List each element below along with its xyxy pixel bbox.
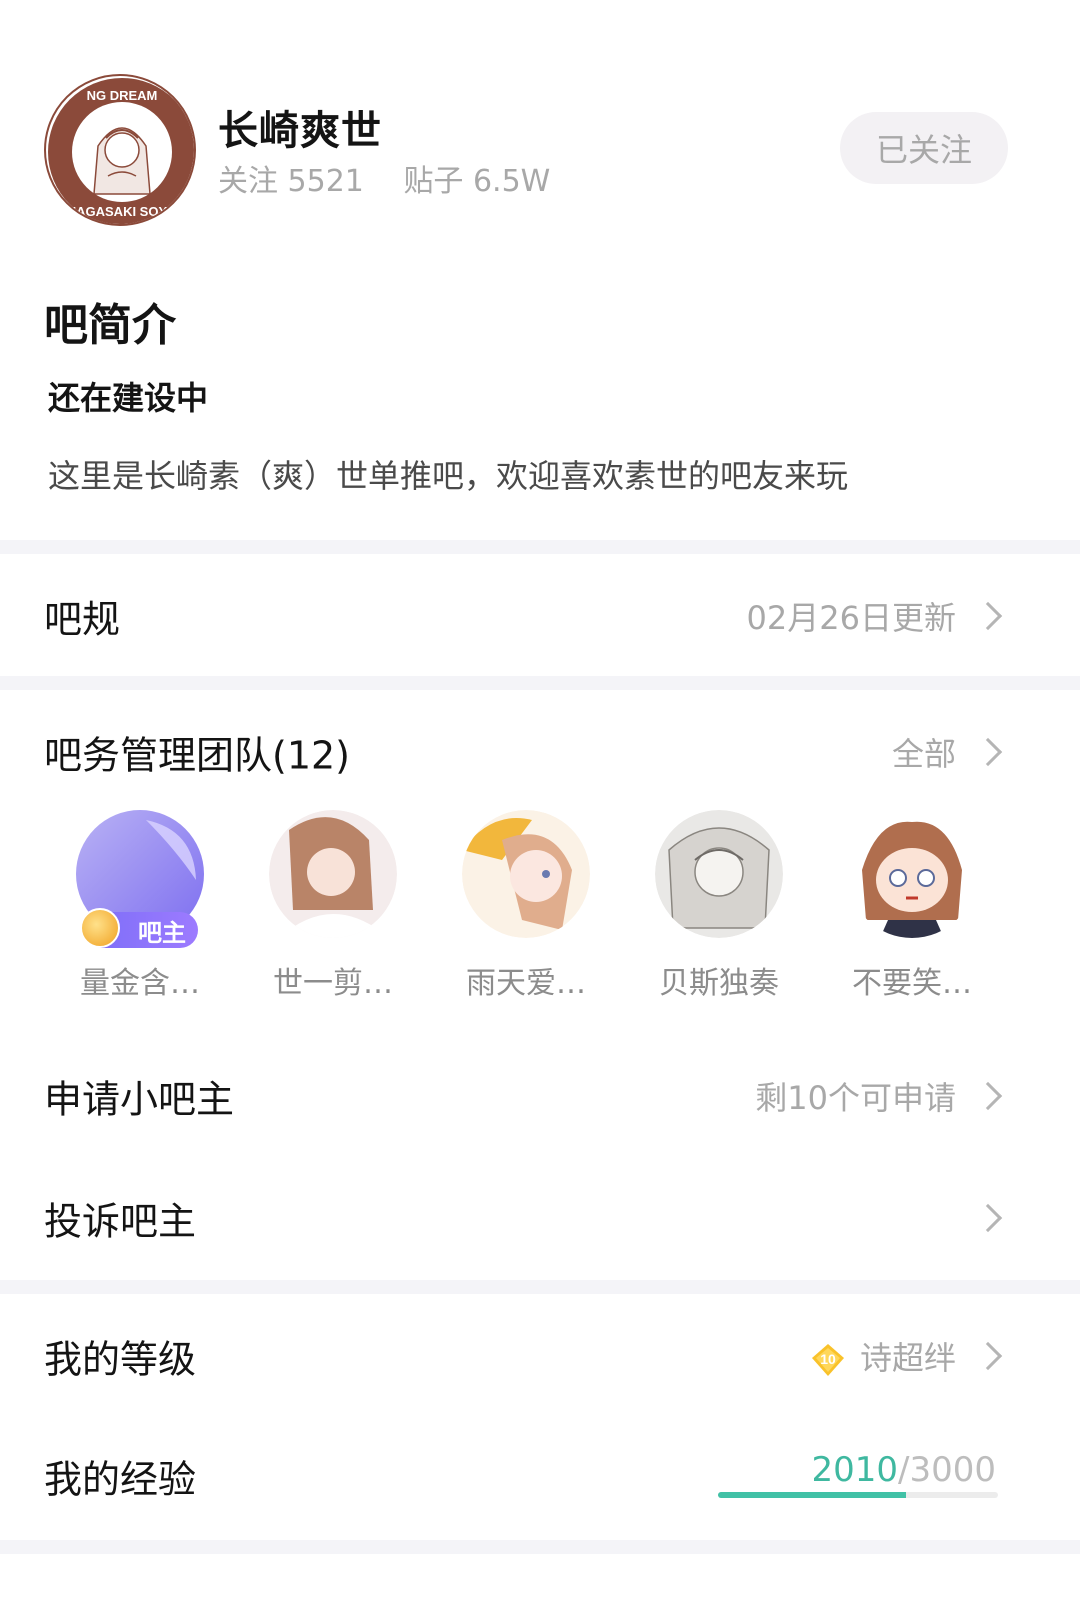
member-name: 贝斯独奏 (659, 966, 779, 1001)
svg-text:10: 10 (820, 1351, 836, 1367)
chevron-right-icon (973, 601, 1003, 631)
team-member[interactable]: 雨天爱… (451, 810, 601, 1002)
section-divider (0, 1280, 1080, 1294)
team-member[interactable]: 不要笑… (837, 810, 987, 1002)
member-avatar (269, 810, 397, 938)
member-name: 不要笑… (852, 966, 972, 1001)
team-view-all[interactable]: 全部 (892, 729, 956, 775)
member-name: 量金含… (80, 966, 200, 1001)
level-label: 我的等级 (44, 1337, 197, 1382)
chevron-right-icon (973, 1081, 1003, 1111)
member-avatar (655, 810, 783, 938)
experience-label: 我的经验 (44, 1457, 197, 1502)
intro-text: 这里是长崎素（爽）世单推吧，欢迎喜欢素世的吧友来玩 (48, 457, 849, 495)
member-avatar (462, 810, 590, 938)
owner-badge-label: 吧主 (138, 918, 186, 947)
member-avatar: 吧主 (76, 810, 204, 948)
team-member-list: 吧主 量金含… 世一剪… 雨天爱… 贝斯独奏 不要笑… (0, 810, 1080, 1010)
team-member[interactable]: 吧主 量金含… (65, 810, 215, 1002)
follow-count: 关注 5521 (218, 164, 364, 199)
section-divider (0, 1540, 1080, 1554)
rules-update-date: 02月26日更新 (746, 599, 956, 637)
rules-label: 吧规 (44, 597, 121, 642)
my-level-row[interactable]: 我的等级 10 诗超绊 (0, 1296, 1080, 1416)
level-diamond-icon: 10 (810, 1342, 846, 1378)
level-title: 诗超绊 (859, 1339, 956, 1377)
forum-rules-row[interactable]: 吧规 02月26日更新 (0, 556, 1080, 676)
chevron-right-icon (973, 737, 1003, 767)
member-avatar-image (462, 810, 590, 938)
crown-icon (80, 908, 120, 948)
member-avatar-image (848, 810, 976, 938)
member-avatar-image (269, 810, 397, 938)
experience-value: 2010/3000 (811, 1450, 996, 1490)
team-member[interactable]: 贝斯独奏 (644, 810, 794, 1002)
experience-max: 3000 (909, 1450, 996, 1490)
member-name: 世一剪… (273, 966, 393, 1001)
forum-avatar-image: NG DREAM NAGASAKI SOYO (48, 78, 194, 224)
chevron-right-icon (973, 1341, 1003, 1371)
post-count: 贴子 6.5W (403, 164, 551, 199)
forum-header: NG DREAM NAGASAKI SOYO 长崎爽世 关注 5521 贴子 6… (0, 0, 1080, 275)
svg-text:NAGASAKI SOYO: NAGASAKI SOYO (67, 204, 178, 219)
team-label: 吧务管理团队(12) (44, 733, 351, 778)
complain-owner-row[interactable]: 投诉吧主 (0, 1158, 1080, 1278)
complain-label: 投诉吧主 (44, 1199, 197, 1244)
forum-name: 长崎爽世 (218, 108, 382, 154)
apply-assistant-row[interactable]: 申请小吧主 剩10个可申请 (0, 1036, 1080, 1156)
apply-label: 申请小吧主 (44, 1077, 235, 1122)
followed-button[interactable]: 已关注 (840, 112, 1008, 184)
forum-stats: 关注 5521 贴子 6.5W (218, 156, 580, 200)
experience-current: 2010 (811, 1450, 898, 1490)
forum-avatar[interactable]: NG DREAM NAGASAKI SOYO (44, 74, 196, 226)
team-member[interactable]: 世一剪… (258, 810, 408, 1002)
section-divider (0, 540, 1080, 554)
experience-separator: / (898, 1450, 910, 1490)
management-team-row[interactable]: 吧务管理团队(12) 全部 (0, 692, 1080, 812)
level-value: 10 诗超绊 (810, 1333, 956, 1379)
intro-subtitle: 还在建设中 (48, 379, 209, 417)
member-name: 雨天爱… (466, 966, 586, 1001)
member-avatar-image (655, 810, 783, 938)
member-avatar (848, 810, 976, 938)
apply-remaining: 剩10个可申请 (755, 1079, 956, 1117)
experience-progress-fill (718, 1492, 906, 1498)
chevron-right-icon (973, 1203, 1003, 1233)
section-divider (0, 676, 1080, 690)
experience-progress-bar (718, 1492, 998, 1498)
owner-badge: 吧主 (80, 908, 198, 948)
svg-text:NG DREAM: NG DREAM (87, 88, 158, 103)
intro-title: 吧简介 (44, 300, 176, 351)
forum-intro-section: 吧简介 还在建设中 这里是长崎素（爽）世单推吧，欢迎喜欢素世的吧友来玩 (0, 275, 1080, 540)
